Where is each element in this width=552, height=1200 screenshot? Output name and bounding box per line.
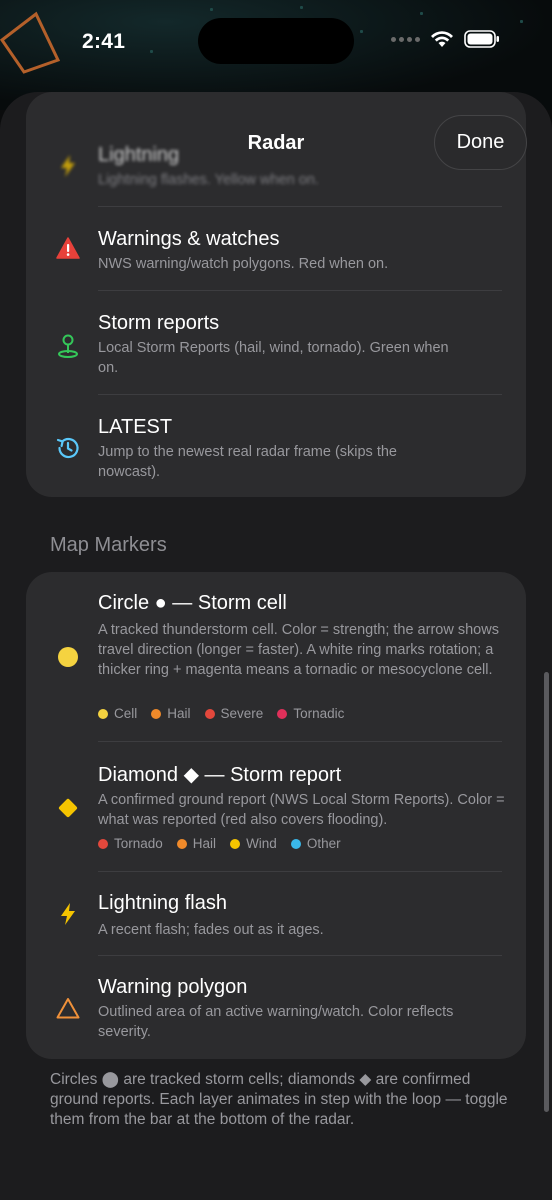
map-pin-icon <box>54 332 82 360</box>
map-markers-card: Circle ● — Storm cell A tracked thunders… <box>26 572 526 1059</box>
layer-row-storm-reports[interactable]: Storm reports Local Storm Reports (hail,… <box>26 304 526 394</box>
marker-row-warning-polygon: Warning polygon Outlined area of an acti… <box>26 956 526 1056</box>
marker-row-storm-cell: Circle ● — Storm cell A tracked thunders… <box>26 572 526 742</box>
layer-title: LATEST <box>98 416 173 438</box>
scroll-indicator[interactable] <box>544 672 549 1112</box>
row-divider <box>98 290 502 291</box>
layer-subtitle: Lightning flashes. Yellow when on. <box>98 172 319 188</box>
row-divider <box>98 394 502 395</box>
legend-item: Hail <box>176 836 216 851</box>
layer-subtitle: Local Storm Reports (hail, wind, tornado… <box>98 340 449 376</box>
marker-title: Lightning flash <box>98 892 227 914</box>
section-header-map-markers: Map Markers <box>50 534 167 556</box>
legend-dot <box>277 708 288 719</box>
marker-title: Circle ● — Storm cell <box>98 592 287 614</box>
legend-dot <box>98 708 108 719</box>
marker-subtitle: A confirmed ground report (NWS Local Sto… <box>98 792 505 828</box>
marker-title: Warning polygon <box>98 976 248 998</box>
done-button[interactable]: Done <box>434 115 527 170</box>
legend-item: Tornadic <box>277 706 344 721</box>
legend-item: Tornado <box>98 836 163 851</box>
legend-dot <box>98 838 108 849</box>
cellular-signal-icon <box>391 36 420 42</box>
circle-icon <box>54 643 82 671</box>
legend-sheet: Lightning Lightning flashes. Yellow when… <box>0 92 552 1200</box>
lightning-icon <box>54 152 82 180</box>
lightning-icon <box>54 900 82 928</box>
legend-item: Wind <box>230 836 277 851</box>
marker-row-storm-report: Diamond ◆ — Storm report A confirmed gro… <box>26 742 526 872</box>
triangle-outline-icon <box>54 994 82 1022</box>
clock-history-icon <box>54 434 82 462</box>
marker-row-lightning-flash: Lightning flash A recent flash; fades ou… <box>26 872 526 956</box>
diamond-icon <box>54 794 82 822</box>
marker-subtitle: Outlined area of an active warning/watch… <box>98 1004 454 1040</box>
marker-subtitle: A recent flash; fades out as it ages. <box>98 922 324 938</box>
storm-cell-legend: Cell Hail Severe Tornadic <box>98 706 344 721</box>
storm-report-legend: Tornado Hail Wind Other <box>98 836 341 851</box>
marker-title: Diamond ◆ — Storm report <box>98 764 342 786</box>
legend-dot <box>204 708 215 719</box>
legend-dot <box>151 708 162 719</box>
dynamic-island <box>198 18 354 64</box>
layer-subtitle: Jump to the newest real radar frame (ski… <box>98 444 397 480</box>
battery-icon <box>464 30 499 48</box>
legend-item: Other <box>290 836 341 851</box>
wifi-icon <box>431 31 453 47</box>
legend-dot <box>290 838 301 849</box>
footer-note: Circles ⬤ are tracked storm cells; diamo… <box>50 1071 508 1128</box>
layer-title: Storm reports <box>98 312 220 334</box>
status-bar: 2:41 <box>0 0 552 84</box>
marker-subtitle: A tracked thunderstorm cell. Color = str… <box>98 622 499 678</box>
status-time: 2:41 <box>82 30 126 53</box>
layer-row-warnings[interactable]: Warnings & watches NWS warning/watch pol… <box>26 220 526 290</box>
legend-item: Cell <box>98 706 137 721</box>
legend-dot <box>230 838 241 849</box>
warning-triangle-icon <box>54 234 82 262</box>
legend-dot <box>176 838 187 849</box>
sheet-scroll-content[interactable]: Lightning Lightning flashes. Yellow when… <box>0 92 552 1200</box>
legend-item: Hail <box>151 706 191 721</box>
layer-subtitle: NWS warning/watch polygons. Red when on. <box>98 256 389 272</box>
layer-title: Warnings & watches <box>98 228 280 250</box>
row-divider <box>98 206 502 207</box>
legend-item: Severe <box>204 706 263 721</box>
layer-row-latest[interactable]: LATEST Jump to the newest real radar fra… <box>26 408 526 494</box>
